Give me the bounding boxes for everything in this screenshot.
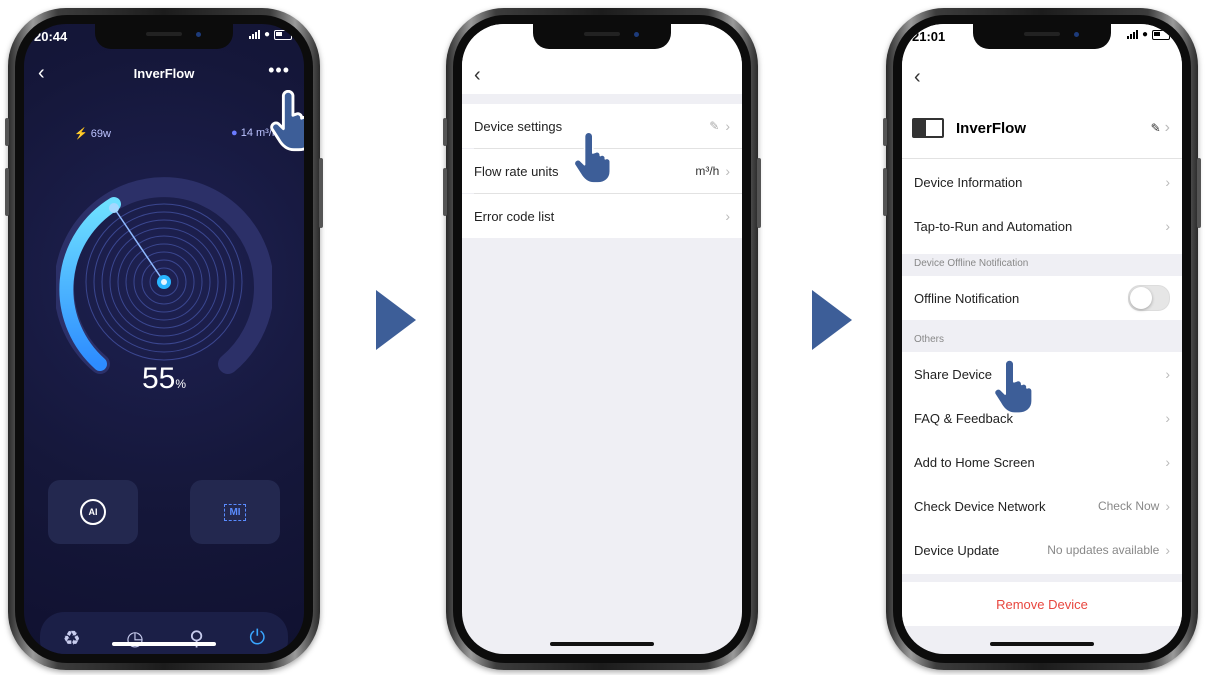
remove-device-label: Remove Device: [996, 596, 1088, 612]
recycle-icon[interactable]: ♻: [63, 626, 81, 651]
speed-gauge[interactable]: [56, 174, 272, 390]
gauge-needle-tip: [109, 203, 119, 213]
chevron-right-icon: ›: [1165, 174, 1170, 190]
section-header-others: Others: [914, 334, 945, 345]
menu-row-faq-feedback[interactable]: FAQ & Feedback ›: [902, 396, 1182, 440]
wifi-icon: ●: [1141, 29, 1148, 40]
more-options-icon[interactable]: •••: [268, 60, 290, 81]
status-icons: ●: [248, 29, 292, 40]
remove-device-button[interactable]: Remove Device: [902, 582, 1182, 626]
row-label: Device Information: [914, 174, 1023, 190]
ai-mode-icon: AI: [80, 499, 106, 525]
row-label: Flow rate units: [474, 163, 559, 179]
main-screen: 20:44 ● ‹ InverFlow ••• ⚡ 69w ● 14 m³/h: [24, 24, 304, 654]
search-icon[interactable]: ⚲: [189, 626, 204, 651]
settings-screen: ‹ Device settings ✎ › Flow rate units m³…: [462, 24, 742, 654]
device-thumbnail-icon: [912, 118, 944, 138]
chevron-right-icon: ›: [1165, 454, 1170, 470]
bolt-icon: ⚡: [74, 128, 88, 140]
tap-hand-icon: [270, 90, 304, 152]
speed-value: 55: [141, 362, 176, 395]
battery-icon: [1152, 29, 1170, 40]
section-header-offline: Device Offline Notification: [914, 258, 1029, 269]
phone-device-menu-screen: 21:01 ● ‹ InverFlow ✎ › Device Informati…: [883, 8, 1201, 670]
phone-main-screen: 20:44 ● ‹ InverFlow ••• ⚡ 69w ● 14 m³/h: [5, 8, 323, 670]
menu-row-tap-to-run[interactable]: Tap-to-Run and Automation ›: [902, 204, 1182, 248]
settings-row-device-settings[interactable]: Device settings ✎ ›: [462, 104, 742, 148]
status-time: 21:01: [912, 29, 946, 44]
device-name: InverFlow: [956, 119, 1027, 137]
row-label: Share Device: [914, 366, 993, 382]
chevron-right-icon: ›: [1165, 366, 1170, 382]
row-label: FAQ & Feedback: [914, 410, 1013, 426]
status-icons: ●: [1126, 29, 1170, 40]
menu-row-share-device[interactable]: Share Device ›: [902, 352, 1182, 396]
clock-icon[interactable]: ◷: [126, 626, 143, 651]
wifi-icon: ●: [263, 29, 270, 40]
droplet-icon: ●: [230, 127, 238, 139]
signal-icon: [248, 30, 260, 39]
next-step-arrow-icon: [812, 290, 852, 350]
mi-mode-icon: MI: [224, 503, 246, 521]
row-label: Add to Home Screen: [914, 454, 1035, 470]
back-icon[interactable]: ‹: [474, 64, 481, 87]
device-header[interactable]: InverFlow ✎ ›: [912, 114, 1170, 142]
notch: [973, 24, 1111, 49]
menu-row-device-information[interactable]: Device Information ›: [902, 160, 1182, 204]
home-indicator: [112, 642, 216, 646]
offline-notification-toggle[interactable]: [1128, 285, 1170, 311]
notch: [533, 24, 671, 49]
menu-row-device-update[interactable]: Device Update No updates available ›: [902, 528, 1182, 572]
menu-row-offline-notification: Offline Notification: [902, 276, 1182, 320]
mi-mode-button[interactable]: MI: [190, 480, 280, 544]
row-value: No updates available: [1047, 543, 1160, 557]
battery-icon: [274, 29, 292, 40]
ai-mode-button[interactable]: AI: [48, 480, 138, 544]
edit-icon[interactable]: ✎: [1151, 121, 1161, 135]
chevron-right-icon: ›: [725, 163, 730, 179]
chevron-right-icon: ›: [1165, 498, 1170, 514]
row-label: Offline Notification: [914, 290, 1020, 306]
menu-row-add-home-screen[interactable]: Add to Home Screen ›: [902, 440, 1182, 484]
notch: [95, 24, 233, 49]
power-value: 69w: [90, 128, 111, 140]
flow-readout: ● 14 m³/h: [231, 127, 278, 139]
chevron-right-icon: ›: [1164, 119, 1170, 136]
home-indicator: [550, 642, 654, 646]
edit-icon: ✎: [709, 119, 720, 133]
back-icon[interactable]: ‹: [914, 66, 921, 89]
chevron-right-icon: ›: [1165, 410, 1170, 426]
next-step-arrow-icon: [376, 290, 416, 350]
menu-row-check-network[interactable]: Check Device Network Check Now ›: [902, 484, 1182, 528]
power-icon[interactable]: ⏻: [249, 627, 265, 650]
device-menu-screen: 21:01 ● ‹ InverFlow ✎ › Device Informati…: [902, 24, 1182, 654]
power-readout: ⚡ 69w: [74, 127, 111, 140]
speed-percent: 55%: [24, 362, 304, 396]
settings-row-flow-units[interactable]: Flow rate units m³/h ›: [462, 149, 742, 193]
bottom-tab-bar: ♻ ◷ ⚲ ⏻: [40, 612, 288, 654]
phone-settings-screen: ‹ Device settings ✎ › Flow rate units m³…: [443, 8, 761, 670]
flow-value: 14 m³/h: [240, 127, 278, 139]
chevron-right-icon: ›: [1165, 542, 1170, 558]
row-label: Tap-to-Run and Automation: [914, 218, 1073, 234]
row-value: m³/h: [695, 164, 720, 178]
chevron-right-icon: ›: [725, 118, 730, 134]
chevron-right-icon: ›: [725, 208, 730, 224]
home-indicator: [990, 642, 1094, 646]
row-label: Device Update: [914, 542, 1000, 558]
row-label: Check Device Network: [914, 498, 1046, 514]
row-label: Device settings: [474, 118, 563, 134]
device-title: InverFlow: [133, 66, 195, 81]
row-value: Check Now: [1097, 499, 1160, 513]
speed-unit: %: [175, 377, 187, 391]
row-label: Error code list: [474, 208, 555, 224]
chevron-right-icon: ›: [1165, 218, 1170, 234]
settings-row-error-codes[interactable]: Error code list ›: [462, 194, 742, 238]
status-time: 20:44: [34, 29, 68, 44]
signal-icon: [1126, 30, 1138, 39]
